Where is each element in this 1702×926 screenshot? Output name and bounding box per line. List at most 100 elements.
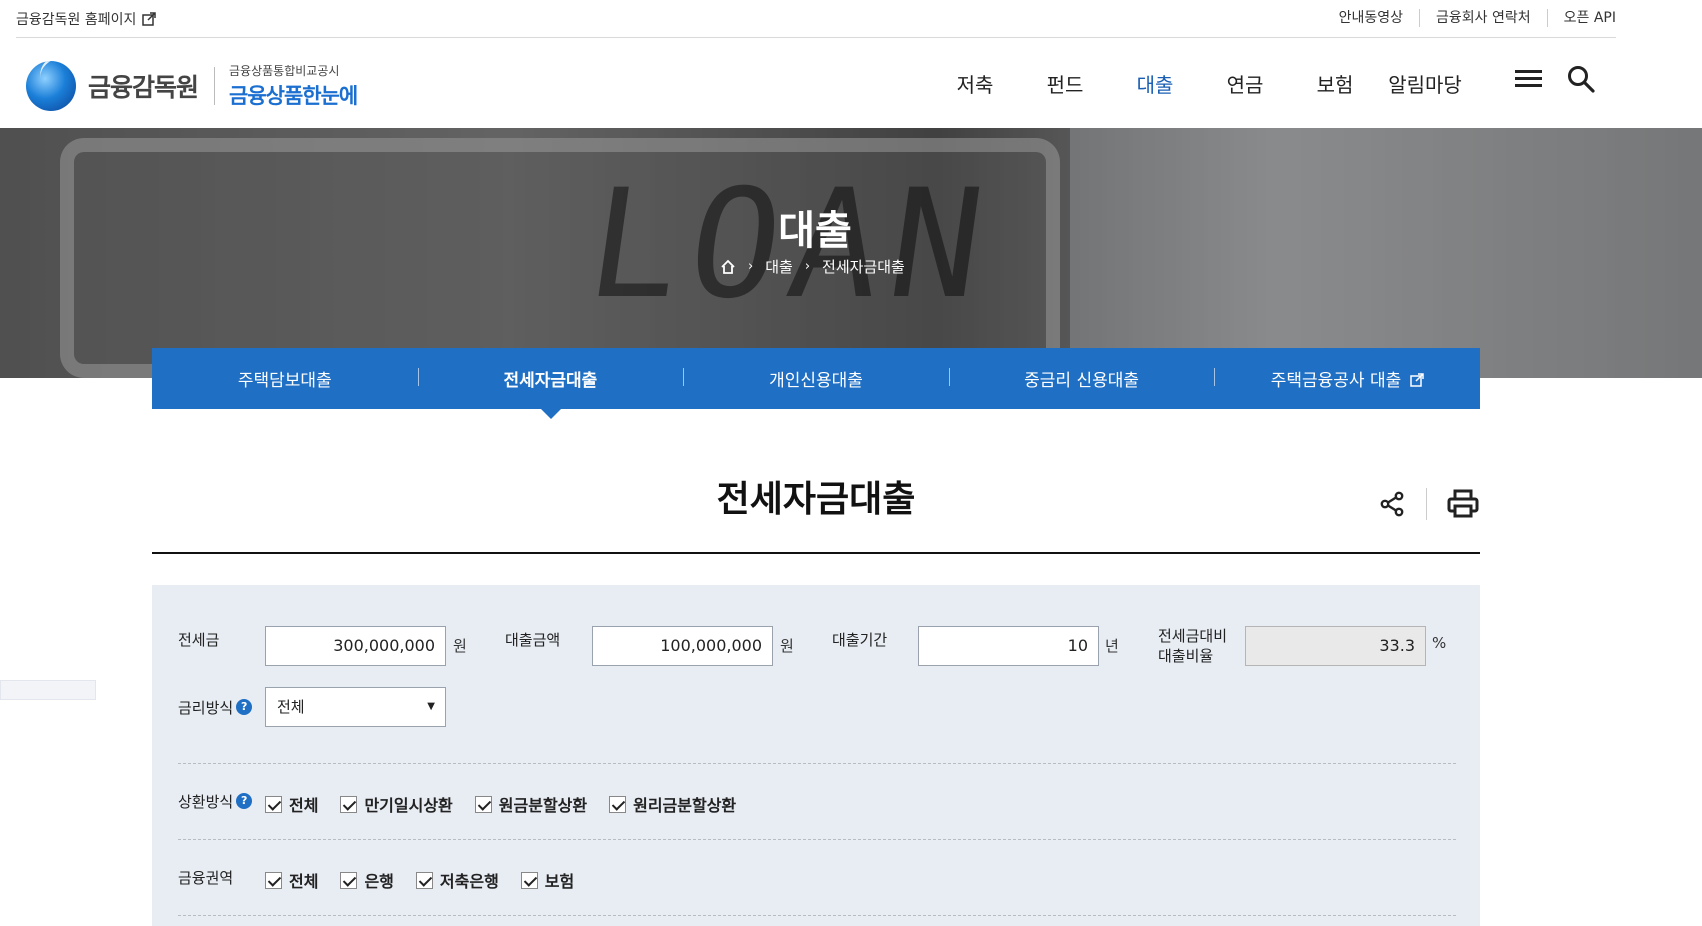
nav-notice[interactable]: 알림마당 <box>1380 69 1470 98</box>
help-icon[interactable]: ? <box>236 793 253 809</box>
nav-funds[interactable]: 펀드 <box>1020 69 1110 98</box>
site-logo[interactable]: 금융감독원 금융상품통합비교공시 금융상품한눈에 <box>26 61 358 111</box>
chevron-right-icon: › <box>804 259 811 274</box>
rate-type-text: 금리방식 <box>178 699 234 717</box>
rate-type-select[interactable]: 전체 ▼ <box>265 687 446 727</box>
checkbox-icon <box>340 871 358 889</box>
tab-hf-loan-label: 주택금융공사 대출 <box>1270 371 1402 391</box>
checkbox-icon <box>415 871 433 889</box>
active-tab-indicator <box>541 409 561 419</box>
rate-type-value: 전체 <box>277 698 305 716</box>
tab-personal-credit[interactable]: 개인신용대출 <box>683 366 949 391</box>
main-nav: 저축 펀드 대출 연금 보험 알림마당 <box>930 69 1470 98</box>
hero-title: 대출 <box>778 208 852 254</box>
ratio-label-line1: 전세금대비 <box>1158 627 1228 645</box>
page-tools <box>1378 488 1479 520</box>
search-icon[interactable] <box>1567 65 1595 93</box>
repay-options: 전체 만기일시상환 원금분할상환 원리금분할상환 <box>265 792 736 816</box>
repay-principal-checkbox[interactable]: 원금분할상환 <box>474 792 588 816</box>
loan-period-unit: 년 <box>1105 637 1119 655</box>
guide-video-link[interactable]: 안내동영상 <box>1339 9 1419 27</box>
breadcrumb: › 대출 › 전세자금대출 <box>720 256 905 277</box>
home-icon[interactable] <box>720 259 736 275</box>
loan-period-label: 대출기간 <box>832 631 888 649</box>
nav-loans[interactable]: 대출 <box>1110 69 1200 98</box>
tools-divider <box>1426 488 1427 520</box>
checkbox-icon <box>520 871 538 889</box>
loan-amount-label: 대출금액 <box>505 631 561 649</box>
tab-midrate-credit[interactable]: 중금리 신용대출 <box>948 366 1215 391</box>
sector-all-checkbox[interactable]: 전체 <box>265 868 318 892</box>
sector-insurance-checkbox[interactable]: 보험 <box>520 868 575 892</box>
company-contacts-link[interactable]: 금융회사 연락처 <box>1419 9 1547 27</box>
site-header: 금융감독원 금융상품통합비교공시 금융상품한눈에 저축 펀드 대출 연금 보험 … <box>0 39 1702 128</box>
ratio-label-line2: 대출비율 <box>1158 647 1214 665</box>
util-links: 안내동영상 금융회사 연락처 오픈 API <box>1339 9 1616 27</box>
menu-icon[interactable] <box>1515 68 1543 90</box>
checkbox-icon <box>265 795 282 813</box>
repay-amortized-label: 원리금분할상환 <box>633 796 737 815</box>
side-scroll-element <box>0 680 96 700</box>
ratio-unit: % <box>1432 634 1447 652</box>
repay-bullet-checkbox[interactable]: 만기일시상환 <box>340 792 453 816</box>
fss-home-label: 금융감독원 홈페이지 <box>16 12 137 28</box>
logo-sub-small: 금융상품통합비교공시 <box>229 64 340 78</box>
sector-bank-label: 은행 <box>364 872 394 891</box>
sector-insurance-label: 보험 <box>544 872 575 891</box>
rate-type-label: 금리방식? <box>178 697 253 718</box>
tab-hf-loan[interactable]: 주택금융공사 대출 <box>1214 366 1480 391</box>
nav-insurance[interactable]: 보험 <box>1290 69 1380 98</box>
breadcrumb-loans[interactable]: 대출 <box>765 256 793 277</box>
title-underline <box>152 552 1480 554</box>
external-link-icon <box>1409 373 1424 387</box>
repay-all-checkbox[interactable]: 전체 <box>265 792 318 816</box>
sector-options: 전체 은행 저축은행 보험 <box>265 868 574 892</box>
tab-mortgage[interactable]: 주택담보대출 <box>152 366 418 391</box>
loan-type-tabs: 주택담보대출 전세자금대출 개인신용대출 중금리 신용대출 주택금융공사 대출 <box>152 348 1480 409</box>
deposit-unit: 원 <box>453 637 467 655</box>
header-tools <box>1515 65 1595 93</box>
nav-pension[interactable]: 연금 <box>1200 69 1290 98</box>
checkbox-icon <box>474 795 492 813</box>
checkbox-icon <box>265 871 282 889</box>
deposit-label: 전세금 <box>178 631 220 649</box>
logo-service-name: 금융상품통합비교공시 금융상품한눈에 <box>229 62 358 110</box>
loan-amount-input[interactable]: 100,000,000 <box>592 626 773 666</box>
logo-fss-text: 금융감독원 <box>88 73 199 102</box>
ratio-label: 전세금대비 대출비율 <box>1158 626 1227 666</box>
nav-savings[interactable]: 저축 <box>930 69 1020 98</box>
utility-bar: 금융감독원 홈페이지 안내동영상 금융회사 연락처 오픈 API <box>16 0 1616 38</box>
repay-all-label: 전체 <box>289 796 319 815</box>
chevron-right-icon: › <box>748 259 754 274</box>
fss-emblem-icon <box>26 61 76 111</box>
sector-label: 금융권역 <box>178 869 234 887</box>
print-icon[interactable] <box>1447 489 1479 519</box>
logo-sub-big: 금융상품한눈에 <box>229 84 358 108</box>
hero-banner: LOAN 대출 › 대출 › 전세자금대출 <box>0 128 1702 378</box>
repay-bullet-label: 만기일시상환 <box>364 796 453 815</box>
sector-bank-checkbox[interactable]: 은행 <box>340 868 394 892</box>
sector-all-label: 전체 <box>289 872 319 891</box>
search-filter-panel: 전세금 300,000,000 원 대출금액 100,000,000 원 대출기… <box>152 585 1480 926</box>
repay-principal-label: 원금분할상환 <box>498 796 588 815</box>
tab-jeonse[interactable]: 전세자금대출 <box>417 366 684 391</box>
deposit-input[interactable]: 300,000,000 <box>265 626 446 666</box>
sector-savings-bank-checkbox[interactable]: 저축은행 <box>415 868 499 892</box>
repay-amortized-checkbox[interactable]: 원리금분할상환 <box>609 792 736 816</box>
section-divider <box>178 915 1456 916</box>
fss-home-link[interactable]: 금융감독원 홈페이지 <box>16 9 157 29</box>
breadcrumb-jeonse[interactable]: 전세자금대출 <box>822 256 905 277</box>
section-divider <box>178 763 1456 764</box>
help-icon[interactable]: ? <box>236 699 253 715</box>
loan-period-input[interactable]: 10 <box>918 626 1099 666</box>
repay-text: 상환방식 <box>178 793 234 811</box>
ratio-output: 33.3 <box>1245 626 1426 666</box>
sector-savings-bank-label: 저축은행 <box>439 872 499 891</box>
logo-divider <box>214 67 216 105</box>
loan-amount-unit: 원 <box>780 637 794 655</box>
caret-down-icon: ▼ <box>427 701 435 712</box>
checkbox-icon <box>609 795 627 813</box>
checkbox-icon <box>340 795 358 813</box>
share-icon[interactable] <box>1378 490 1406 518</box>
open-api-link[interactable]: 오픈 API <box>1546 9 1616 27</box>
